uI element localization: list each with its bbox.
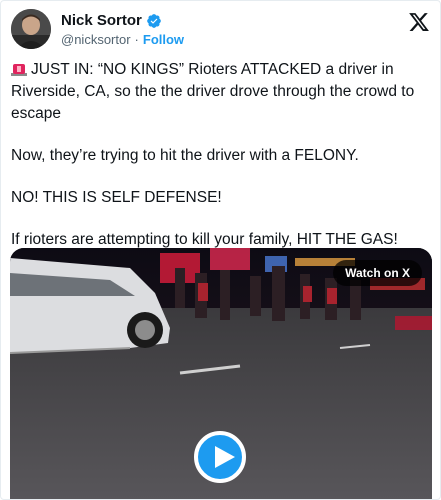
post-card: Nick Sortor @nicksortor · Follow JUST IN…	[0, 0, 441, 500]
post-header: Nick Sortor @nicksortor · Follow	[11, 9, 430, 55]
author-handle[interactable]: @nicksortor	[61, 32, 131, 48]
x-logo-icon[interactable]	[408, 11, 430, 33]
play-button[interactable]	[194, 431, 246, 483]
author-name-row: Nick Sortor	[61, 12, 162, 30]
play-icon	[215, 446, 235, 468]
avatar[interactable]	[11, 9, 51, 49]
follow-button[interactable]: Follow	[143, 32, 184, 48]
post-paragraph: NO! THIS IS SELF DEFENSE!	[11, 189, 222, 206]
watch-on-x-button[interactable]: Watch on X	[333, 260, 422, 286]
post-paragraph: Now, they’re trying to hit the driver wi…	[11, 147, 359, 164]
post-text: JUST IN: “NO KINGS” Rioters ATTACKED a d…	[11, 59, 430, 271]
separator-dot: ·	[134, 32, 139, 47]
siren-icon	[11, 64, 27, 76]
post-paragraph: JUST IN: “NO KINGS” Rioters ATTACKED a d…	[11, 59, 430, 125]
video-player[interactable]: Watch on X	[10, 248, 432, 499]
post-paragraph-text: JUST IN: “NO KINGS” Rioters ATTACKED a d…	[11, 61, 415, 122]
verified-badge-icon	[147, 14, 161, 28]
author-name[interactable]: Nick Sortor	[61, 12, 142, 30]
author-handle-row: @nicksortor · Follow	[61, 32, 184, 48]
